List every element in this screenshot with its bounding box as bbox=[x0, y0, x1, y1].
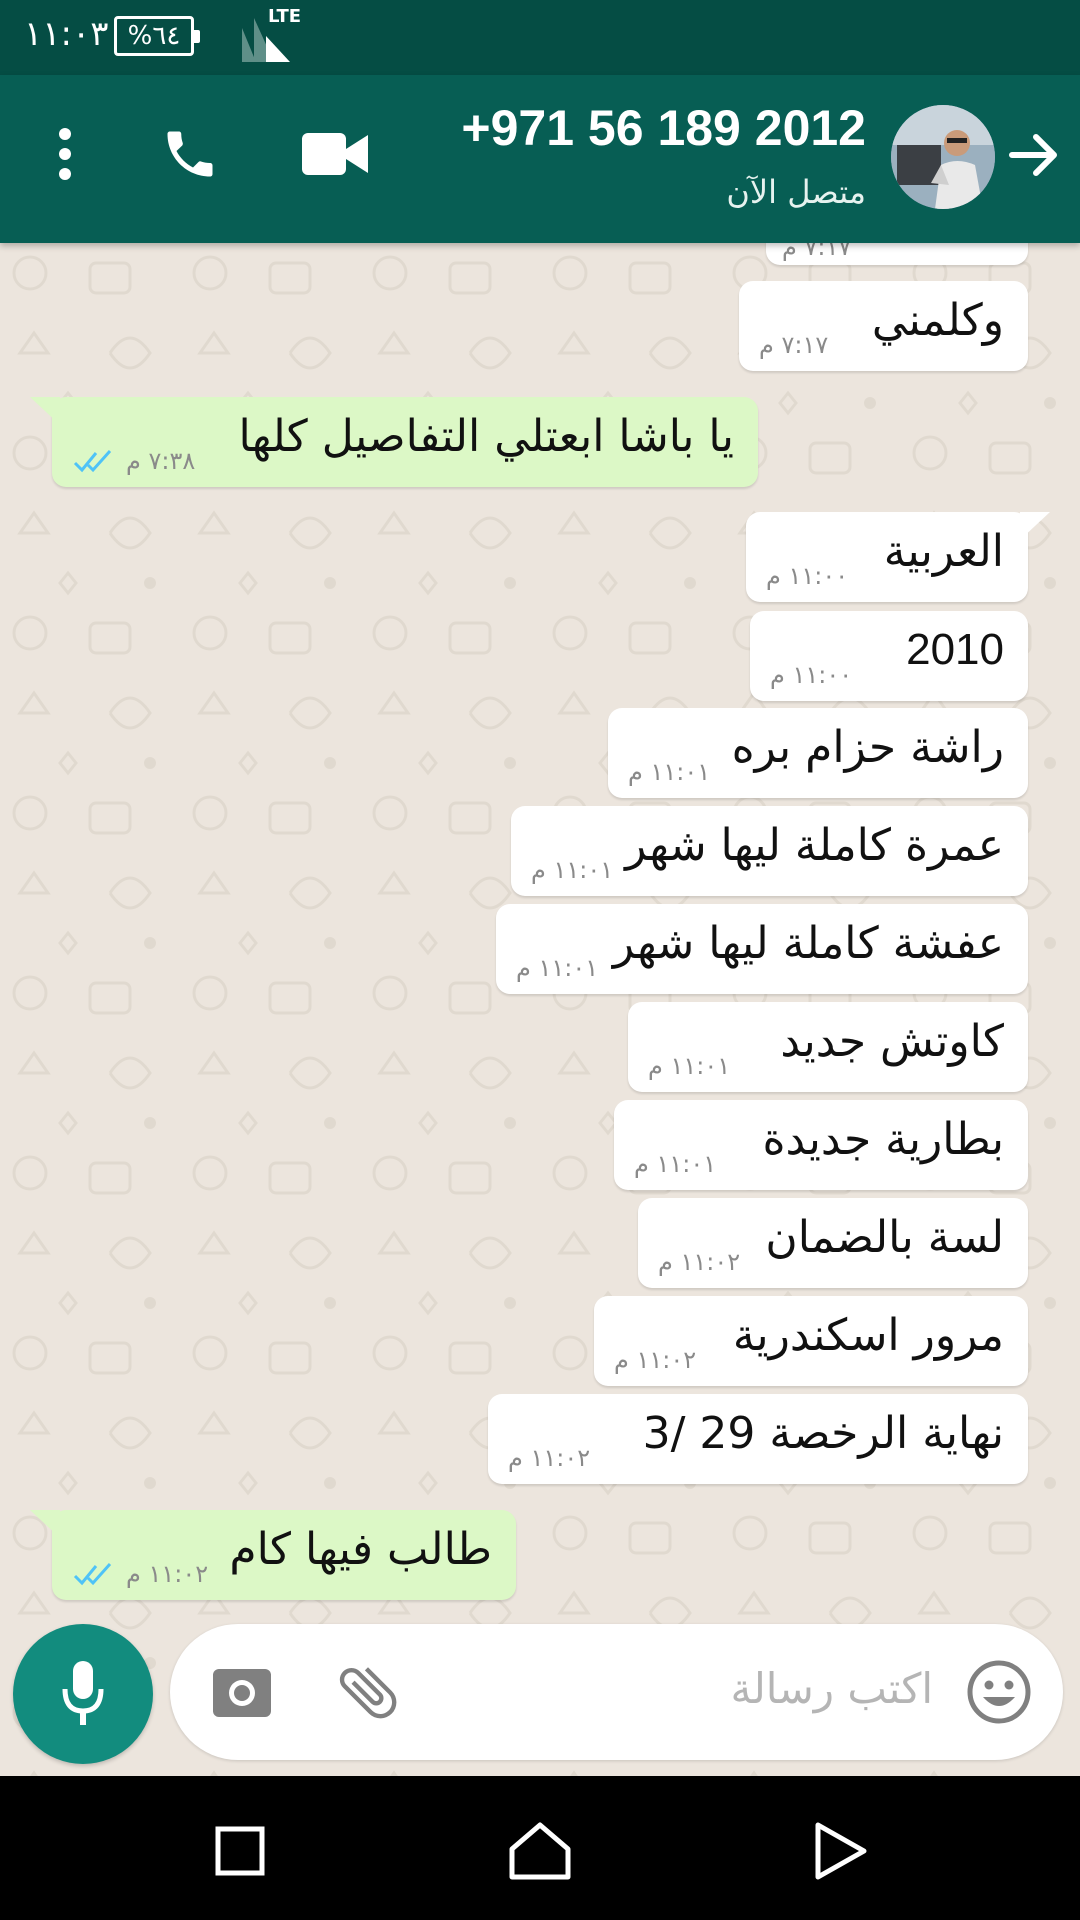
message-text: 2010 bbox=[906, 625, 1004, 674]
status-bar: ١١:٠٣ %٦٤ LTE bbox=[0, 0, 1080, 75]
read-receipt-icon bbox=[73, 1562, 112, 1586]
battery-level: %٦٤ bbox=[127, 21, 181, 51]
message-bubble-outgoing[interactable]: يا باشا ابعتلي التفاصيل كلها ٧:٣٨ م bbox=[52, 397, 758, 487]
message-bubble[interactable]: كاوتش جديد ١١:٠١ م bbox=[628, 1002, 1028, 1092]
more-options-icon bbox=[59, 128, 71, 180]
message-time-text: ١١:٠٢ م bbox=[658, 1248, 741, 1276]
attach-button[interactable] bbox=[330, 1654, 406, 1730]
back-button[interactable] bbox=[1004, 125, 1064, 185]
message-time: ١١:٠١ م bbox=[634, 1150, 716, 1178]
message-bubble[interactable]: لسة بالضمان ١١:٠٢ م bbox=[638, 1198, 1028, 1288]
message-bubble[interactable]: مرور اسكندرية ١١:٠٢ م bbox=[594, 1296, 1028, 1386]
bubble-tail-icon bbox=[30, 397, 60, 425]
message-time-text: ١١:٠٢ م bbox=[508, 1444, 591, 1472]
message-bubble[interactable]: راشة حزام بره ١١:٠١ م bbox=[608, 708, 1028, 798]
video-call-icon bbox=[302, 133, 368, 175]
message-time-text: ١١:٠١ م bbox=[648, 1052, 731, 1080]
message-time-text: ٧:١٧ م bbox=[782, 243, 852, 261]
message-bubble-outgoing[interactable]: طالب فيها كام ١١:٠٢ م bbox=[52, 1510, 516, 1600]
message-time-text: ١١:٠١ م bbox=[516, 954, 599, 982]
message-time: ١١:٠٢ م bbox=[658, 1248, 740, 1276]
voice-call-button[interactable] bbox=[155, 119, 225, 189]
more-options-button[interactable] bbox=[40, 119, 90, 189]
camera-button[interactable] bbox=[210, 1659, 274, 1723]
message-text: يا باشا ابعتلي التفاصيل كلها bbox=[238, 411, 734, 462]
message-time-text: ١١:٠٠ م bbox=[770, 661, 853, 689]
message-time-text: ٧:٣٨ م bbox=[126, 447, 196, 475]
message-time-text: ١١:٠٠ م bbox=[766, 562, 849, 590]
message-input-placeholder: اكتب رسالة bbox=[730, 1664, 933, 1713]
message-bubble[interactable]: العربية ١١:٠٠ م bbox=[746, 512, 1028, 602]
message-text: مرور اسكندرية bbox=[732, 1310, 1004, 1361]
home-button[interactable] bbox=[505, 1816, 575, 1886]
recent-apps-icon bbox=[215, 1826, 265, 1876]
camera-icon bbox=[213, 1669, 271, 1717]
read-receipt-icon bbox=[73, 449, 112, 473]
message-time: ٧:١٧ م bbox=[759, 331, 828, 359]
emoji-icon bbox=[967, 1660, 1031, 1724]
message-time: ١١:٠٢ م bbox=[614, 1346, 696, 1374]
message-time: ١١:٠٢ م bbox=[72, 1560, 208, 1588]
message-text: طالب فيها كام bbox=[229, 1524, 492, 1575]
message-text: راشة حزام بره bbox=[731, 722, 1004, 773]
message-time-text: ١١:٠٢ م bbox=[126, 1560, 209, 1588]
message-time: ١١:٠٠ م bbox=[766, 562, 848, 590]
message-text: كاوتش جديد bbox=[780, 1016, 1004, 1067]
message-input[interactable]: اكتب رسالة bbox=[170, 1624, 1063, 1760]
back-nav-button[interactable] bbox=[805, 1816, 875, 1886]
chat-area[interactable]: ٧:١٧ م وكلمني ٧:١٧ م يا باشا ابعتلي التف… bbox=[0, 243, 1080, 1776]
home-icon bbox=[509, 1822, 571, 1880]
recent-apps-button[interactable] bbox=[205, 1816, 275, 1886]
message-time: ٧:١٧ م bbox=[782, 243, 851, 261]
message-time: ١١:٠١ م bbox=[628, 758, 710, 786]
contact-name[interactable]: +971 56 189 2012 bbox=[461, 99, 866, 157]
contact-status: متصل الآن bbox=[726, 173, 866, 211]
message-time-text: ١١:٠١ م bbox=[531, 856, 614, 884]
bubble-tail-icon bbox=[1020, 512, 1050, 540]
message-time: ١١:٠١ م bbox=[516, 954, 598, 982]
message-text: عمرة كاملة ليها شهر bbox=[625, 820, 1004, 871]
message-text: عفشة كاملة ليها شهر bbox=[612, 918, 1004, 969]
message-time: ٧:٣٨ م bbox=[72, 447, 195, 475]
chat-header: +971 56 189 2012 متصل الآن bbox=[0, 75, 1080, 243]
message-time-text: ٧:١٧ م bbox=[759, 331, 829, 359]
voice-call-icon bbox=[167, 131, 213, 177]
message-bubble[interactable]: وكلمني ٧:١٧ م bbox=[739, 281, 1028, 371]
message-time: ١١:٠١ م bbox=[648, 1052, 730, 1080]
message-text: وكلمني bbox=[871, 295, 1004, 346]
message-bubble[interactable]: نهاية الرخصة 29 /3 ١١:٠٢ م bbox=[488, 1394, 1028, 1484]
bubble-tail-icon bbox=[30, 1510, 60, 1538]
avatar-photo-icon bbox=[891, 105, 995, 209]
message-bubble-partial[interactable]: ٧:١٧ م bbox=[766, 243, 1028, 265]
message-text: نهاية الرخصة 29 /3 bbox=[642, 1408, 1004, 1459]
battery-icon: %٦٤ bbox=[114, 16, 200, 56]
message-bubble[interactable]: 2010 ١١:٠٠ م bbox=[750, 611, 1028, 701]
video-call-button[interactable] bbox=[295, 119, 375, 189]
message-time-text: ١١:٠١ م bbox=[634, 1150, 717, 1178]
message-text: العربية bbox=[883, 526, 1004, 577]
message-text: لسة بالضمان bbox=[765, 1212, 1004, 1263]
status-time: ١١:٠٣ bbox=[24, 14, 109, 54]
message-time-text: ١١:٠٢ م bbox=[614, 1346, 697, 1374]
back-triangle-icon bbox=[815, 1822, 867, 1880]
message-time: ١١:٠٢ م bbox=[508, 1444, 590, 1472]
paperclip-icon bbox=[339, 1667, 397, 1719]
message-bubble[interactable]: عفشة كاملة ليها شهر ١١:٠١ م bbox=[496, 904, 1028, 994]
message-bubble[interactable]: عمرة كاملة ليها شهر ١١:٠١ م bbox=[511, 806, 1028, 896]
message-bubble[interactable]: بطارية جديدة ١١:٠١ م bbox=[614, 1100, 1028, 1190]
message-time: ١١:٠٠ م bbox=[770, 661, 852, 689]
avatar[interactable] bbox=[891, 105, 995, 209]
message-time-text: ١١:٠١ م bbox=[628, 758, 711, 786]
navigation-bar bbox=[0, 1776, 1080, 1920]
network-type: LTE bbox=[268, 6, 302, 27]
microphone-icon bbox=[62, 1661, 104, 1725]
voice-message-button[interactable] bbox=[13, 1624, 153, 1764]
message-text: بطارية جديدة bbox=[762, 1114, 1004, 1165]
emoji-button[interactable] bbox=[963, 1656, 1035, 1728]
back-arrow-icon bbox=[1009, 134, 1057, 176]
message-time: ١١:٠١ م bbox=[531, 856, 613, 884]
